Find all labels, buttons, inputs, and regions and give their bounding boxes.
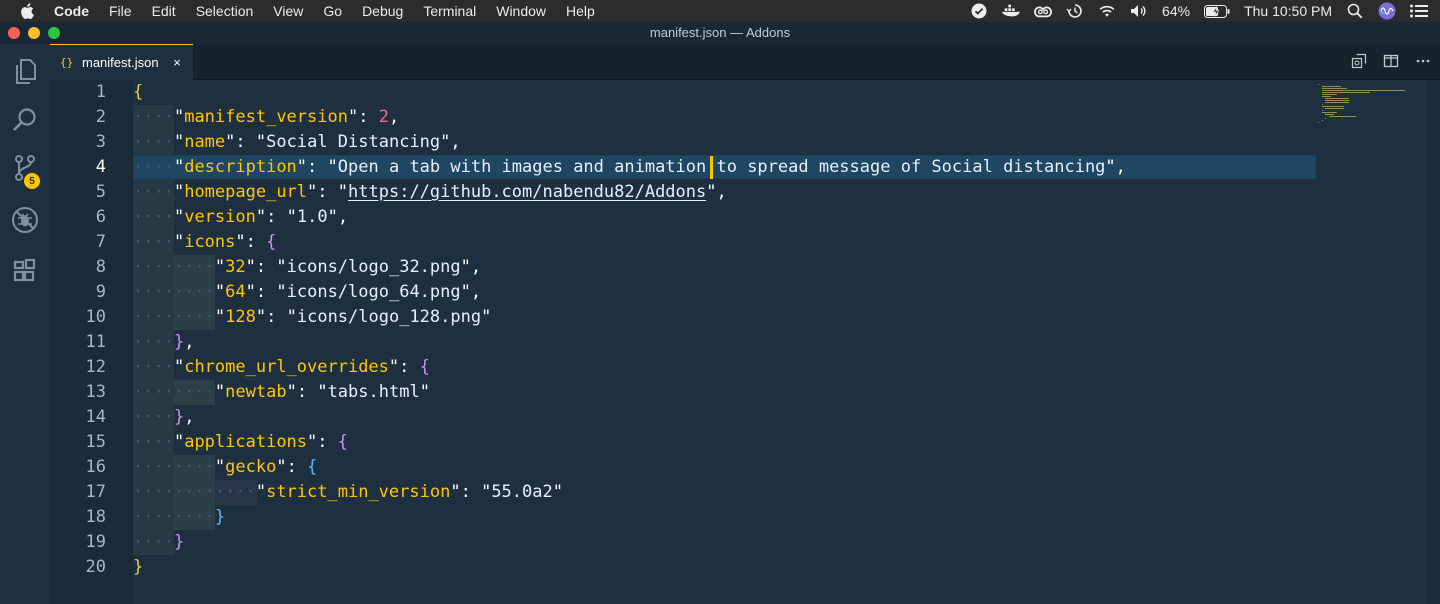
menu-app-name[interactable]: Code	[54, 0, 89, 22]
explorer-files-icon[interactable]	[11, 58, 39, 86]
menu-view[interactable]: View	[273, 0, 303, 22]
code-line[interactable]: ····},	[133, 330, 194, 355]
editor-tab-bar: {} manifest.json ×	[50, 44, 1440, 80]
code-line[interactable]: {	[133, 80, 143, 105]
split-editor-icon[interactable]	[1382, 52, 1400, 70]
minimap-line	[1325, 98, 1349, 99]
code-line[interactable]: ····},	[133, 405, 194, 430]
code-line[interactable]: ········"newtab": "tabs.html"	[133, 380, 430, 405]
minimap-line	[1325, 108, 1345, 109]
minimap-line	[1321, 112, 1337, 113]
menu-edit[interactable]: Edit	[152, 0, 176, 22]
spotlight-search-icon[interactable]	[1346, 2, 1364, 20]
minimap-line	[1321, 94, 1337, 95]
minimap[interactable]	[1316, 80, 1426, 125]
code-line[interactable]: ········}	[133, 505, 225, 530]
menu-terminal[interactable]: Terminal	[423, 0, 476, 22]
vertical-scrollbar[interactable]	[1426, 80, 1440, 604]
battery-percentage: 64%	[1162, 3, 1191, 19]
menu-file[interactable]: File	[109, 0, 132, 22]
window-title-bar: manifest.json — Addons	[0, 22, 1440, 44]
minimap-line	[1321, 86, 1342, 87]
code-line[interactable]: ········"32": "icons/logo_32.png",	[133, 255, 481, 280]
minimap-line	[1318, 84, 1319, 85]
minimap-line	[1325, 118, 1327, 119]
search-icon[interactable]	[11, 106, 39, 134]
battery-charging-icon[interactable]	[1204, 2, 1230, 20]
code-line[interactable]: ········"64": "icons/logo_64.png",	[133, 280, 481, 305]
wifi-icon[interactable]	[1098, 2, 1116, 20]
code-line[interactable]: ····"version": "1.0",	[133, 205, 348, 230]
json-file-icon: {}	[60, 56, 74, 69]
minimap-line	[1321, 110, 1324, 111]
extensions-icon[interactable]	[11, 256, 39, 284]
minimap-line	[1321, 90, 1406, 91]
minimap-line	[1321, 88, 1347, 89]
minimap-line	[1325, 114, 1335, 115]
window-title: manifest.json — Addons	[649, 25, 791, 40]
macos-menu-bar: Code File Edit Selection View Go Debug T…	[0, 0, 1440, 22]
apple-menu-icon[interactable]	[20, 3, 36, 19]
minimap-line	[1325, 100, 1349, 101]
code-line[interactable]: }	[133, 555, 143, 580]
open-changes-icon[interactable]	[1350, 52, 1368, 70]
code-line[interactable]: ····"icons": {	[133, 230, 276, 255]
creative-cloud-icon[interactable]	[1034, 2, 1053, 20]
minimap-line	[1325, 102, 1350, 103]
code-line[interactable]: ····"applications": {	[133, 430, 348, 455]
code-line[interactable]: ····"chrome_url_overrides": {	[133, 355, 430, 380]
code-editor[interactable]: 1 2 3 4 5 6 7 8 9 10 11 12 13 14 15 16 17 18 19 20 {····"ma…	[50, 80, 1440, 604]
code-line[interactable]: ····}	[133, 530, 184, 555]
minimap-line	[1321, 120, 1323, 121]
minimap-line	[1321, 106, 1345, 107]
time-machine-icon[interactable]	[1066, 2, 1084, 20]
code-line[interactable]: ····"name": "Social Distancing",	[133, 130, 461, 155]
debug-icon[interactable]	[11, 206, 39, 234]
activity-bar: 5	[0, 44, 50, 604]
checkmark-status-icon[interactable]	[970, 2, 988, 20]
code-line[interactable]: ····"manifest_version": 2,	[133, 105, 399, 130]
minimap-line	[1318, 122, 1319, 123]
minimap-line	[1321, 104, 1324, 105]
code-line[interactable]: ····"homepage_url": "https://github.com/…	[133, 180, 727, 205]
code-line[interactable]: ········"128": "icons/logo_128.png"	[133, 305, 491, 330]
close-tab-icon[interactable]: ×	[169, 54, 185, 70]
tab-label: manifest.json	[82, 55, 159, 70]
code-line[interactable]: ····"description": "Open a tab with imag…	[133, 155, 1126, 180]
menu-go[interactable]: Go	[323, 0, 342, 22]
text-cursor	[709, 156, 713, 179]
code-area[interactable]: {····"manifest_version": 2, ····"name": "…	[50, 80, 1316, 604]
menu-selection[interactable]: Selection	[196, 0, 254, 22]
minimap-line	[1321, 96, 1331, 97]
code-line[interactable]: ············"strict_min_version": "55.0a…	[133, 480, 563, 505]
menu-window[interactable]: Window	[496, 0, 546, 22]
docker-whale-icon[interactable]	[1002, 2, 1021, 20]
source-control-badge: 5	[24, 173, 40, 189]
siri-icon[interactable]	[1378, 2, 1396, 20]
menu-help[interactable]: Help	[566, 0, 595, 22]
tab-manifest-json[interactable]: {} manifest.json ×	[50, 44, 193, 80]
menu-debug[interactable]: Debug	[362, 0, 403, 22]
minimap-line	[1328, 116, 1356, 117]
notification-center-icon[interactable]	[1410, 2, 1428, 20]
minimap-line	[1321, 92, 1371, 93]
code-line[interactable]: ········"gecko": {	[133, 455, 317, 480]
menubar-clock[interactable]: Thu 10:50 PM	[1244, 0, 1332, 22]
more-actions-icon[interactable]	[1414, 52, 1432, 70]
volume-icon[interactable]	[1130, 2, 1148, 20]
